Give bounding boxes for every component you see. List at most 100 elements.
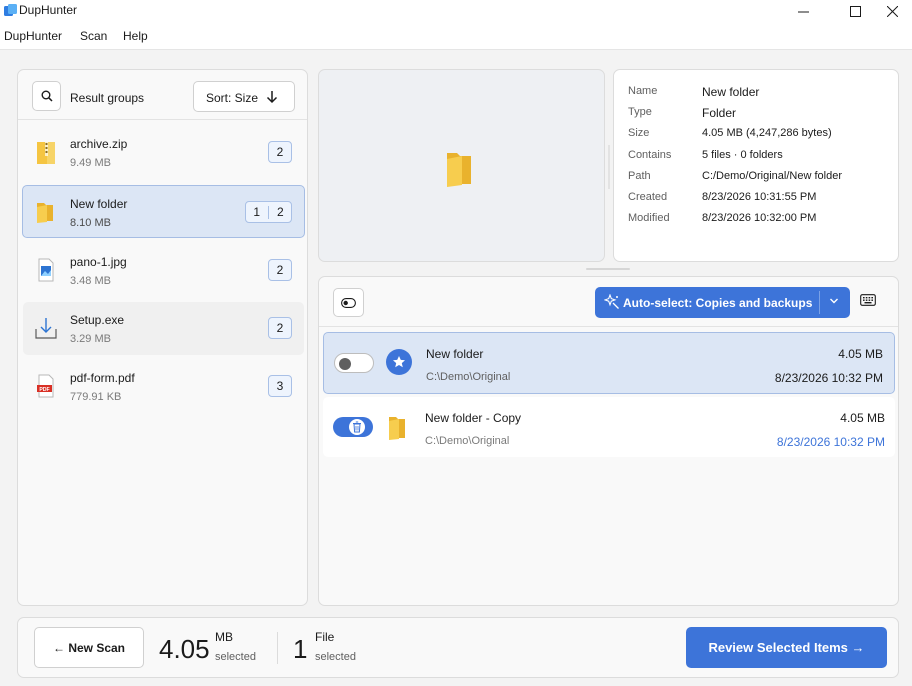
duplicate-count-badge: 1 2 <box>245 201 292 223</box>
selected-count-unit: File <box>315 630 335 644</box>
count-value: 2 <box>276 145 284 159</box>
file-date: 8/23/2026 10:32 PM <box>776 435 885 449</box>
file-size: 4.05 MB <box>838 347 883 361</box>
contains-value: 5 files · 0 folders <box>702 149 783 161</box>
selected-count: 1 <box>253 205 260 219</box>
result-groups-label: Result groups <box>70 91 145 105</box>
group-size: 9.49 MB <box>70 157 111 169</box>
original-badge <box>386 349 412 375</box>
installer-icon <box>35 318 57 339</box>
selected-count-label: selected <box>315 651 356 663</box>
arrow-down-icon <box>266 91 278 104</box>
group-size: 3.29 MB <box>70 333 111 345</box>
count-value: 2 <box>276 321 284 335</box>
folder-icon <box>389 417 405 440</box>
file-date: 8/23/2026 10:32 PM <box>774 371 883 385</box>
group-size: 8.10 MB <box>70 217 111 229</box>
auto-select-label: Auto-select: Copies and backups <box>623 296 813 310</box>
modified-key: Modified <box>628 212 670 224</box>
file-name: New folder <box>426 347 484 361</box>
file-row-copy[interactable]: New folder - Copy C:\Demo\Original 4.05 … <box>323 397 895 457</box>
file-size: 4.05 MB <box>840 411 885 425</box>
group-size: 3.48 MB <box>70 275 111 287</box>
window-title: DupHunter <box>19 3 78 17</box>
maximize-icon <box>849 5 861 17</box>
group-name: Setup.exe <box>70 313 125 327</box>
size-key: Size <box>628 127 650 139</box>
search-button[interactable] <box>32 81 61 111</box>
sort-button[interactable]: Sort: Size <box>193 81 295 112</box>
type-key: Type <box>628 106 652 118</box>
svg-text:PDF: PDF <box>39 387 49 393</box>
keyboard-icon[interactable] <box>860 293 876 307</box>
created-key: Created <box>628 191 668 203</box>
folder-icon <box>37 203 53 223</box>
close-button[interactable] <box>869 0 912 22</box>
path-value: C:/Demo/Original/New folder <box>702 170 842 182</box>
duplicate-count-badge: 2 <box>268 141 292 163</box>
file-name: New folder - Copy <box>425 411 522 425</box>
chevron-down-icon[interactable] <box>829 297 839 305</box>
duplicate-count-badge: 2 <box>268 317 292 339</box>
divider <box>277 632 278 664</box>
toggle-icon <box>341 297 356 308</box>
group-name: pdf-form.pdf <box>70 371 135 385</box>
duplicate-count-badge: 2 <box>268 259 292 281</box>
close-icon <box>886 5 898 17</box>
file-row-original[interactable]: New folder C:\Demo\Original 4.05 MB 8/23… <box>323 332 895 394</box>
divider <box>319 326 898 327</box>
size-value: 4.05 MB (4,247,286 bytes) <box>702 127 832 139</box>
duplicate-count-badge: 3 <box>268 375 292 397</box>
keep-delete-toggle[interactable] <box>334 353 374 373</box>
minimize-button[interactable] <box>780 0 826 22</box>
group-item-new-folder[interactable]: New folder 8.10 MB 1 2 <box>22 185 305 238</box>
sort-label: Sort: Size <box>206 91 259 105</box>
selected-size-label: selected <box>215 651 256 663</box>
menu-scan[interactable]: Scan <box>80 29 107 43</box>
group-item-pano-jpg[interactable]: pano-1.jpg 3.48 MB 2 <box>23 244 304 297</box>
preview-panel <box>318 69 605 262</box>
path-key: Path <box>628 170 651 182</box>
toggle-all-button[interactable] <box>333 288 364 317</box>
selected-size-value: 4.05 <box>159 634 210 664</box>
app-logo-icon <box>4 4 17 16</box>
group-item-setup-exe[interactable]: Setup.exe 3.29 MB 2 <box>23 302 304 355</box>
image-file-icon <box>38 258 54 282</box>
search-icon <box>41 90 53 102</box>
auto-select-button[interactable]: Auto-select: Copies and backups <box>595 287 850 318</box>
contains-key: Contains <box>628 149 672 161</box>
created-value: 8/23/2026 10:31:55 PM <box>702 191 817 203</box>
selected-size-unit: MB <box>215 630 233 644</box>
minimize-icon <box>797 11 809 12</box>
divider <box>18 119 307 120</box>
type-value: Folder <box>702 106 737 120</box>
menu-duphunter[interactable]: DupHunter <box>4 29 62 43</box>
review-selected-button[interactable]: Review Selected Items → <box>686 627 887 668</box>
new-scan-button[interactable]: ← New Scan <box>34 627 144 668</box>
folder-icon <box>447 153 471 187</box>
splitter-handle-horizontal[interactable] <box>586 268 630 270</box>
count-value: 2 <box>277 205 284 219</box>
group-item-archive-zip[interactable]: archive.zip 9.49 MB 2 <box>23 126 304 179</box>
name-key: Name <box>628 85 658 97</box>
result-groups-panel: Result groups Sort: Size archive.zip 9.4… <box>17 69 308 606</box>
keep-delete-toggle[interactable] <box>333 417 373 437</box>
footer-bar: ← New Scan 4.05 MB selected 1 File selec… <box>17 617 899 678</box>
toggle-knob <box>339 358 351 370</box>
badge-divider <box>268 205 269 219</box>
selected-count-value: 1 <box>293 634 308 664</box>
modified-value: 8/23/2026 10:32:00 PM <box>702 212 817 224</box>
count-value: 3 <box>276 379 284 393</box>
split-divider <box>819 291 820 314</box>
splitter-handle-vertical[interactable] <box>608 145 610 189</box>
pdf-file-icon: PDF <box>37 374 54 398</box>
menu-bar: DupHunter Scan Help <box>0 22 912 50</box>
trash-icon <box>353 421 361 433</box>
details-panel: Name New folder Type Folder Size 4.05 MB… <box>613 69 899 262</box>
menu-help[interactable]: Help <box>123 29 148 43</box>
group-item-pdf-form[interactable]: PDF pdf-form.pdf 779.91 KB 3 <box>23 360 304 413</box>
count-value: 2 <box>276 263 284 277</box>
file-path: C:\Demo\Original <box>426 371 511 383</box>
file-path: C:\Demo\Original <box>425 435 510 447</box>
title-bar: DupHunter <box>0 0 912 22</box>
